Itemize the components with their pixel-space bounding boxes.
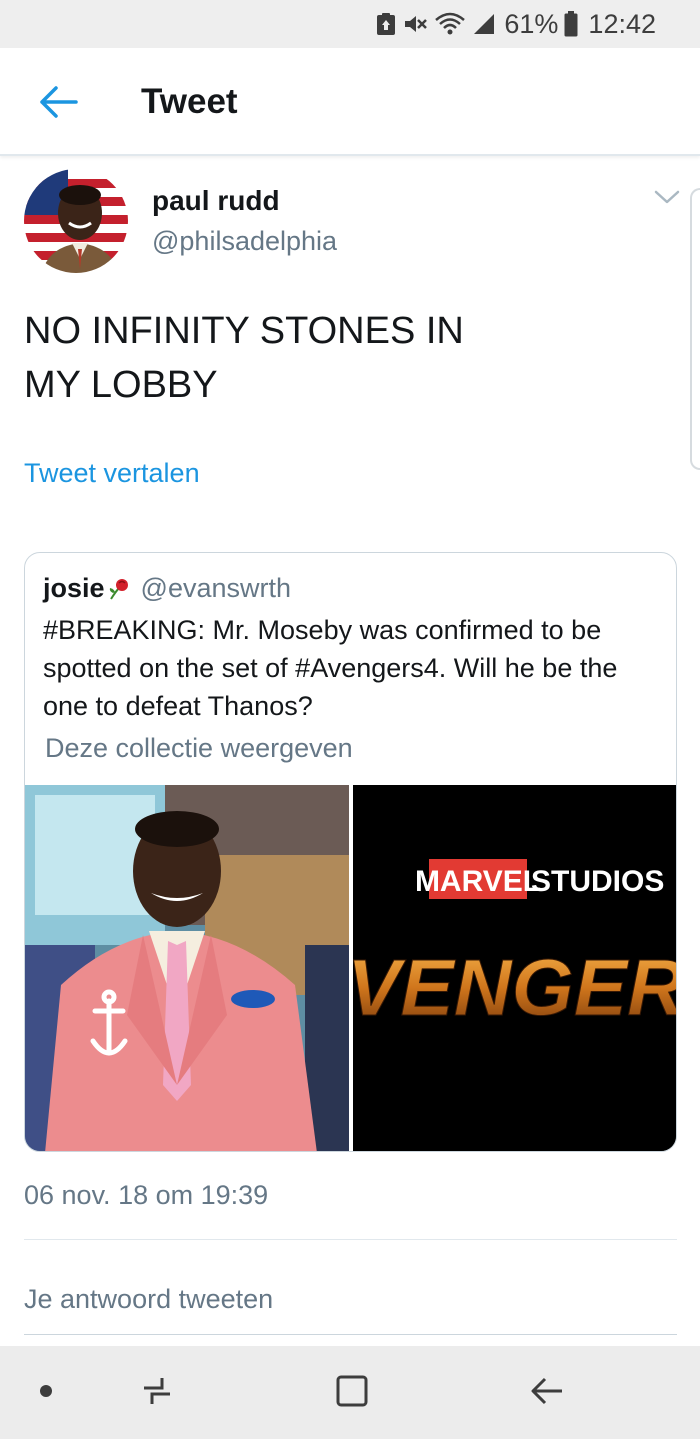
tweet-timestamp: 06 nov. 18 om 19:39 [24,1180,269,1210]
signal-icon [472,12,496,36]
recent-apps-icon [140,1374,174,1413]
avengers-title-text: VENGERS [353,943,677,1032]
system-back-button[interactable] [520,1366,574,1420]
view-collection-link[interactable]: Deze collectie weergeven [45,733,353,764]
nav-dot-button[interactable] [19,1366,73,1420]
quoted-tweet-text: #BREAKING: Mr. Moseby was confirmed to b… [43,615,618,721]
back-arrow-icon [530,1374,564,1413]
studios-logo-text: STUDIOS [531,865,664,898]
tweet-options-button[interactable] [652,184,682,214]
scrollbar[interactable] [690,188,700,470]
chevron-down-icon [654,189,680,210]
media-avengers-logo[interactable]: MARVEL STUDIOS VENGERS [353,785,677,1151]
wifi-icon [434,12,466,36]
dot-icon [39,1384,53,1403]
avatar[interactable] [24,169,128,273]
rose-icon [107,577,131,601]
author-name[interactable]: paul rudd [152,185,280,217]
navigation-bar [0,1346,700,1439]
status-bar: 61% 12:42 [0,0,700,48]
media-photo-moseby[interactable] [25,785,349,1151]
arrow-left-icon [38,85,78,124]
translate-tweet-link[interactable]: Tweet vertalen [24,458,200,489]
quoted-author-handle: @evanswrth [140,573,291,603]
back-button[interactable] [36,82,80,126]
marvel-logo-text: MARVEL [415,865,541,898]
notification-icon [376,12,396,36]
quoted-tweet-card[interactable]: josie @evanswrth #BREAKING: Mr. Moseby w… [24,552,677,1152]
home-square-icon [335,1374,369,1413]
divider [24,1239,677,1240]
tweet-text: NO INFINITY STONES IN MY LOBBY [24,310,464,406]
battery-icon [564,11,578,37]
mute-icon [402,12,428,36]
divider [24,1334,677,1335]
clock: 12:42 [588,8,656,39]
quoted-author-name: josie [43,573,105,603]
app-header: Tweet [0,48,700,156]
battery-percent: 61% [504,8,559,39]
page-title: Tweet [141,82,238,121]
reply-input[interactable]: Je antwoord tweeten [24,1284,273,1315]
author-handle[interactable]: @philsadelphia [152,226,337,257]
recent-apps-button[interactable] [130,1366,184,1420]
home-button[interactable] [325,1366,379,1420]
quoted-tweet-header: josie @evanswrth [43,573,291,604]
